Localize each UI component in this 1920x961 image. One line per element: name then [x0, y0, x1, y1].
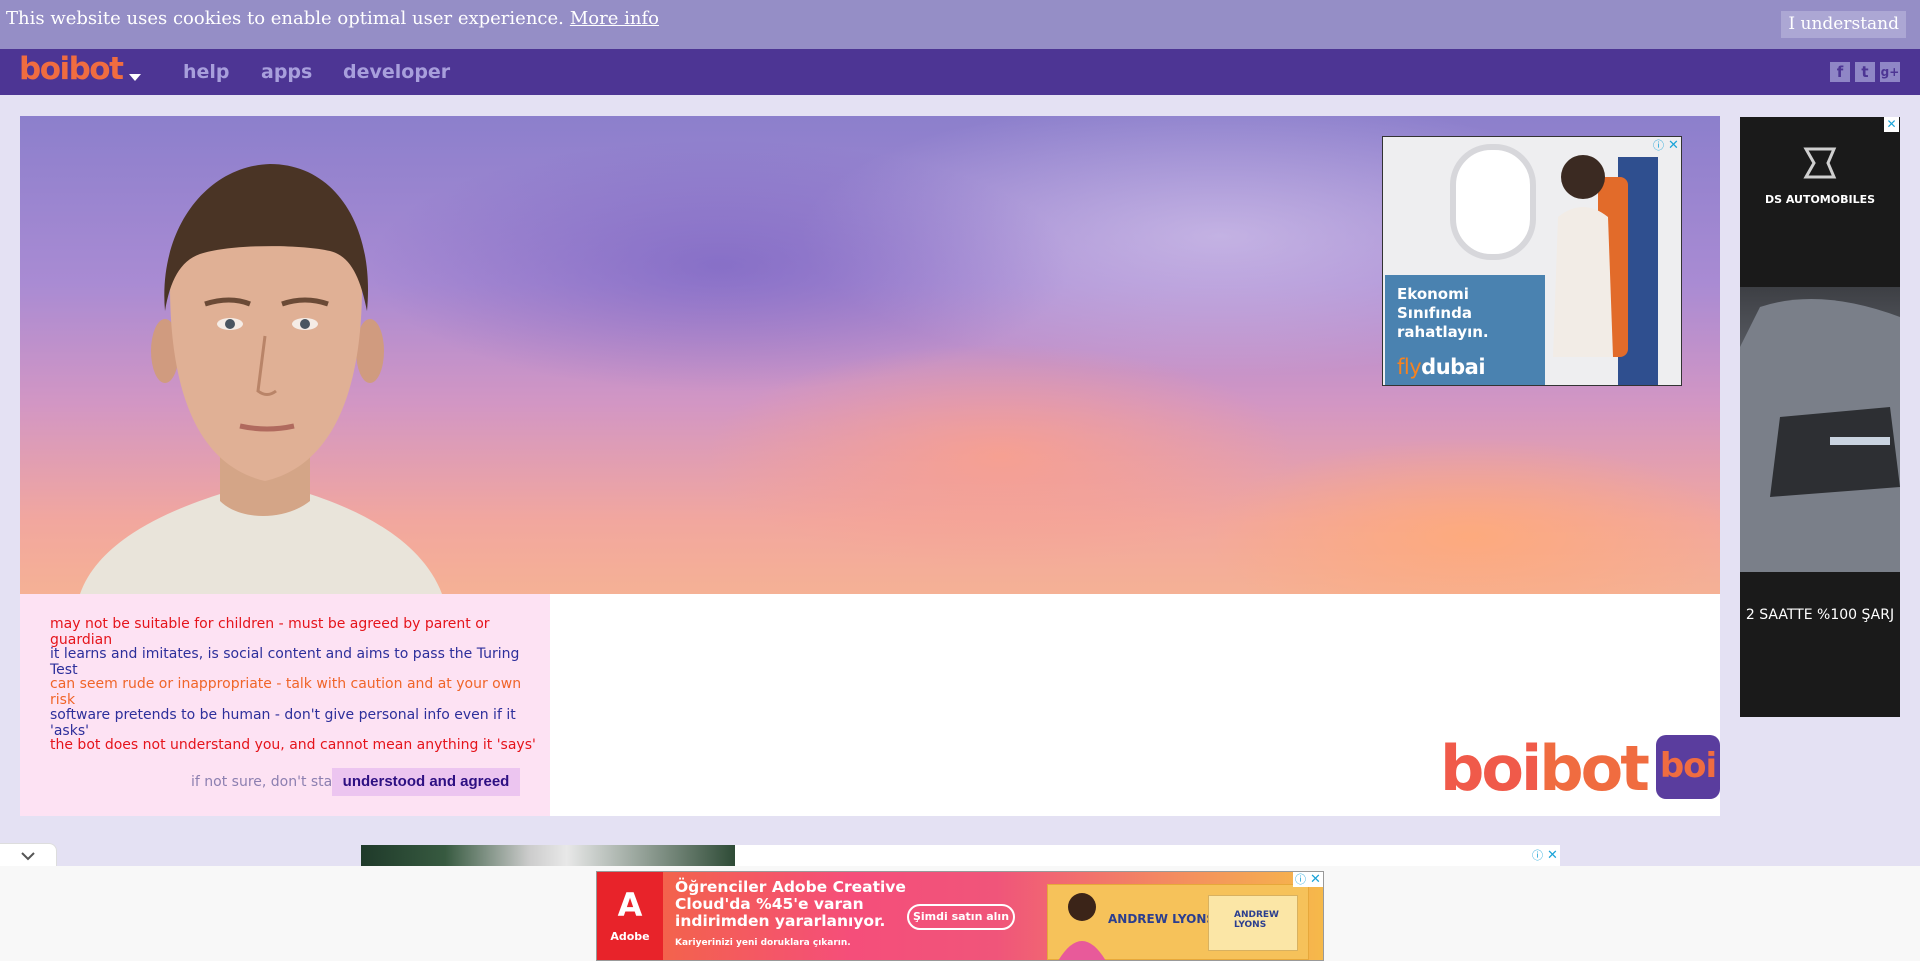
ad-subline: Kariyerinizi yeni doruklara çıkarın. [675, 938, 851, 948]
ad-card-name: ANDREW LYONS [1234, 910, 1279, 930]
flydubai-ad[interactable]: Ekonomi Sınıfında rahatlayın. flydubai ⓘ… [1382, 136, 1682, 386]
buy-now-button[interactable]: Şimdi satın alın [907, 904, 1015, 930]
brand-dubai: dubai [1421, 355, 1486, 379]
adobe-logo: A Adobe [597, 872, 663, 960]
nav-link-help[interactable]: help [183, 61, 230, 83]
disclaimer-line: software pretends to be human - don't gi… [50, 707, 516, 739]
more-info-link[interactable]: More info [570, 8, 659, 29]
avatar [70, 136, 450, 594]
top-nav: boibot help apps developer f t g+ [0, 49, 1920, 95]
disclaimer-line: the bot does not understand you, and can… [50, 737, 536, 753]
ad-card: ANDREW LYONS [1208, 895, 1298, 951]
twitter-icon[interactable]: t [1855, 62, 1875, 82]
nav-link-developer[interactable]: developer [343, 61, 450, 83]
car-image [1740, 287, 1900, 572]
adobe-ad[interactable]: A Adobe Öğrenciler Adobe Creative Cloud'… [596, 871, 1324, 961]
ad-photo: ANDREW LYONS ANDREW LYONS [1047, 884, 1309, 960]
ad-text: 2 SAATTE %100 ŞARJ [1745, 607, 1895, 623]
collapse-ad-button[interactable] [0, 843, 57, 866]
disclaimer-line: may not be suitable for children - must … [50, 616, 490, 648]
info-icon[interactable]: ⓘ [1651, 138, 1666, 153]
caret-down-icon[interactable] [129, 74, 141, 81]
ds-logo-icon [1803, 147, 1837, 179]
facebook-icon[interactable]: f [1830, 62, 1850, 82]
ad-brand: DS AUTOMOBILES [1764, 193, 1876, 206]
brand-fly: fly [1397, 355, 1422, 379]
nav-link-apps[interactable]: apps [261, 61, 312, 83]
disclaimer-panel: may not be suitable for children - must … [20, 594, 550, 816]
partial-ad-image [361, 845, 735, 866]
ad-headline: Ekonomi Sınıfında rahatlayın. [1397, 285, 1489, 341]
not-sure-text: if not sure, don't stay [191, 774, 341, 790]
close-icon[interactable]: ✕ [1884, 117, 1899, 132]
cookie-bar: This website uses cookies to enable opti… [0, 0, 1920, 49]
google-plus-icon[interactable]: g+ [1880, 62, 1900, 82]
close-icon[interactable]: ✕ [1545, 848, 1560, 863]
understood-and-agreed-button[interactable]: understood and agreed [332, 768, 520, 796]
i-understand-button[interactable]: I understand [1781, 11, 1906, 38]
adobe-a-icon: A [617, 886, 643, 924]
info-icon[interactable]: ⓘ [1293, 872, 1308, 887]
disclaimer-line: it learns and imitates, is social conten… [50, 646, 520, 678]
close-icon[interactable]: ✕ [1666, 138, 1681, 153]
cookie-message-text: This website uses cookies to enable opti… [6, 8, 564, 29]
nav-logo[interactable]: boibot [19, 51, 124, 87]
ad-person-name: ANDREW LYONS [1108, 912, 1216, 926]
cookie-message: This website uses cookies to enable opti… [6, 8, 659, 29]
ad-text-panel: Ekonomi Sınıfında rahatlayın. flydubai [1385, 275, 1545, 385]
logo-part-bot: bot [1539, 732, 1650, 805]
chevron-down-icon [21, 852, 35, 861]
partial-ad-frame: ⓘ ✕ [735, 845, 1560, 866]
flydubai-logo: flydubai [1397, 355, 1486, 379]
close-icon[interactable]: ✕ [1308, 872, 1323, 887]
person-icon [1058, 893, 1106, 960]
boi-badge[interactable]: boi [1656, 735, 1720, 799]
ds-automobiles-ad[interactable]: DS AUTOMOBILES 2 SAATTE %100 ŞARJ ✕ [1740, 117, 1900, 717]
ad-headline: Öğrenciler Adobe Creative Cloud'da %45'e… [675, 878, 906, 930]
adobe-brand: Adobe [610, 930, 650, 943]
boibot-big-logo: boibot [1440, 732, 1650, 805]
info-icon[interactable]: ⓘ [1530, 848, 1545, 863]
disclaimer-line: can seem rude or inappropriate - talk wi… [50, 676, 522, 708]
logo-part-boi: boi [1440, 732, 1542, 805]
